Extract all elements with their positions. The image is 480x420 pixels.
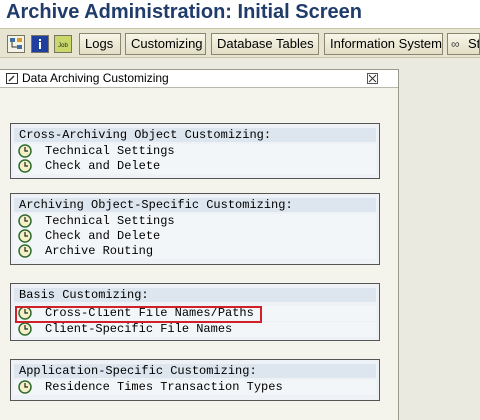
tree-icon[interactable] [7,35,25,53]
group-header: Archiving Object-Specific Customizing: [14,198,376,212]
panel-header: Data Archiving Customizing [0,70,398,88]
job-icon-text: Job [58,43,68,49]
info-icon[interactable] [31,35,49,53]
clock-icon [18,214,34,229]
list-item-client-specific-file-names[interactable]: Client-Specific File Names [14,322,376,337]
panel-title: Data Archiving Customizing [22,71,169,85]
close-icon[interactable] [367,73,378,84]
clock-icon [18,229,34,244]
clock-icon [18,380,34,395]
item-label: Technical Settings [45,214,175,228]
panel-edit-icon [6,73,18,84]
item-label: Client-Specific File Names [45,322,233,336]
clock-icon [18,244,34,259]
list-item-residence-times[interactable]: Residence Times Transaction Types [14,380,376,395]
statistics-icon: ∞ [451,37,460,51]
group-archiving-object-specific: Archiving Object-Specific Customizing: T… [10,193,380,265]
clock-icon [18,159,34,174]
group-cross-archiving: Cross-Archiving Object Customizing: Tech… [10,123,380,179]
list-item-technical-settings[interactable]: Technical Settings [14,214,376,229]
statistics-button[interactable]: ∞ St [447,33,480,55]
statistics-button-label: St [468,36,480,51]
clock-icon [18,144,34,159]
item-label: Check and Delete [45,229,161,243]
job-icon[interactable]: Job [54,35,72,53]
customizing-panel: Data Archiving Customizing Cross-Archivi… [0,69,399,420]
page-title: Archive Administration: Initial Screen [6,1,363,23]
information-system-button[interactable]: Information System [324,33,443,55]
title-bar: Archive Administration: Initial Screen [0,0,480,28]
clock-icon [18,322,34,337]
group-application-specific: Application-Specific Customizing: Reside… [10,359,380,401]
item-label: Residence Times Transaction Types [45,380,283,394]
logs-button[interactable]: Logs [79,33,121,55]
customizing-button[interactable]: Customizing [125,33,206,55]
application-toolbar: Job Logs Customizing Database Tables Inf… [0,28,480,58]
group-header: Application-Specific Customizing: [14,364,376,378]
group-header: Cross-Archiving Object Customizing: [14,128,376,142]
item-label: Check and Delete [45,159,161,173]
group-header: Basis Customizing: [14,288,376,302]
item-label: Archive Routing [45,244,154,258]
highlight-box [15,306,262,323]
list-item-technical-settings[interactable]: Technical Settings [14,144,376,159]
database-tables-button[interactable]: Database Tables [211,33,319,55]
list-item-archive-routing[interactable]: Archive Routing [14,244,376,259]
item-label: Technical Settings [45,144,175,158]
list-item-check-and-delete[interactable]: Check and Delete [14,159,376,174]
list-item-check-and-delete[interactable]: Check and Delete [14,229,376,244]
